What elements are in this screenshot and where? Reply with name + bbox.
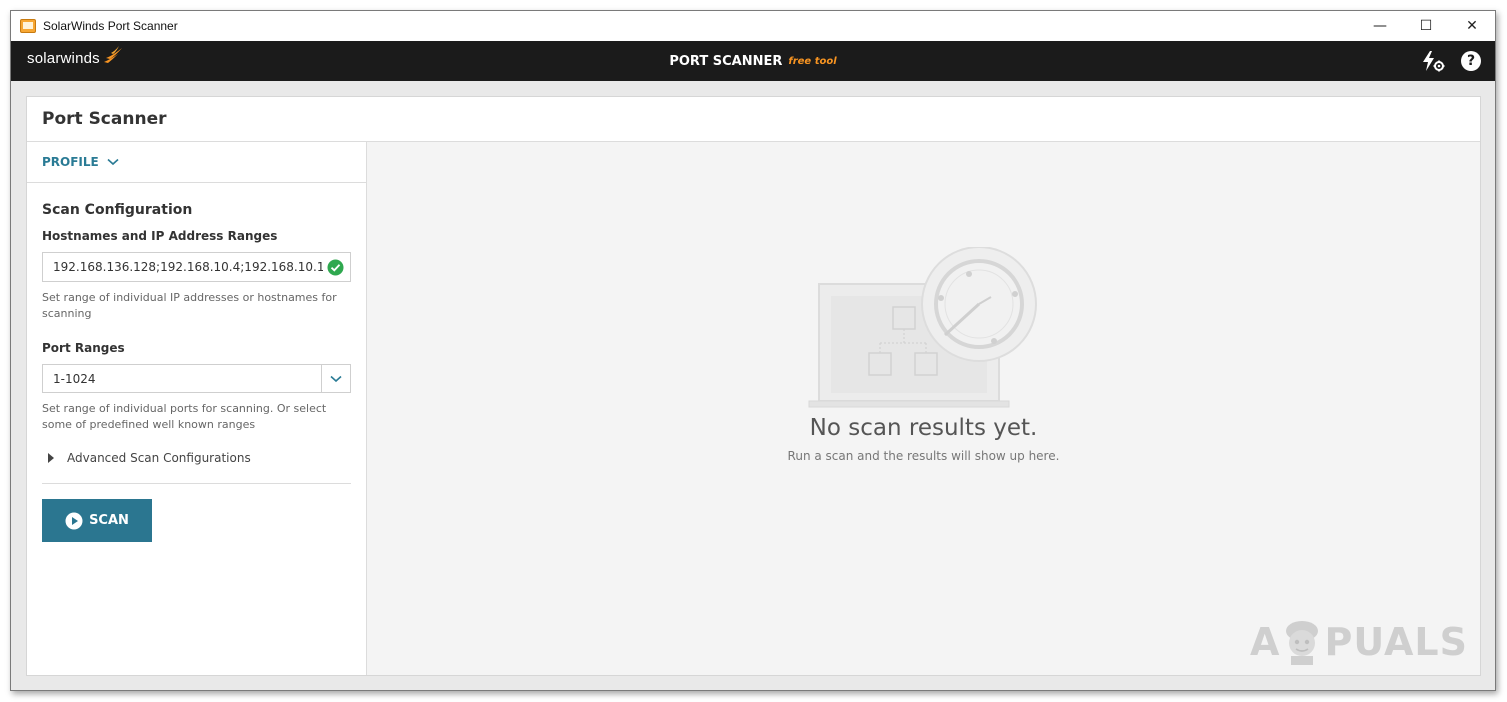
maximize-button[interactable]: ☐ — [1403, 11, 1449, 41]
window-controls: — ☐ ✕ — [1357, 11, 1495, 41]
page-title: Port Scanner — [42, 109, 167, 129]
hosts-field[interactable] — [42, 252, 351, 282]
ports-label: Port Ranges — [42, 341, 125, 355]
app-window: SolarWinds Port Scanner — ☐ ✕ solarwinds… — [10, 10, 1496, 691]
product-name: PORT SCANNER — [669, 53, 783, 69]
laptop-scan-illustration — [808, 247, 1037, 408]
lightning-settings-icon[interactable] — [1421, 50, 1445, 72]
appuals-watermark: A PUALS — [1250, 619, 1468, 665]
caret-right-icon — [48, 453, 54, 463]
play-icon — [65, 512, 83, 529]
port-ranges-select[interactable]: 1-1024 — [42, 364, 351, 393]
app-header: solarwinds PORT SCANNER free tool ? — [11, 41, 1495, 81]
window-title: SolarWinds Port Scanner — [43, 19, 178, 33]
product-tag: free tool — [788, 55, 837, 67]
close-button[interactable]: ✕ — [1449, 11, 1495, 41]
hosts-label: Hostnames and IP Address Ranges — [42, 229, 278, 243]
ports-hint: Set range of individual ports for scanni… — [42, 402, 327, 431]
divider — [42, 483, 351, 484]
empty-state-subtitle: Run a scan and the results will show up … — [787, 449, 1060, 463]
advanced-config-label: Advanced Scan Configurations — [67, 451, 251, 465]
section-title: Scan Configuration — [42, 202, 193, 218]
help-icon[interactable]: ? — [1461, 51, 1481, 71]
hosts-hint: Set range of individual IP addresses or … — [42, 291, 337, 320]
check-circle-icon — [327, 259, 344, 276]
profile-label: PROFILE — [42, 155, 99, 169]
watermark-text-left: A — [1250, 620, 1281, 664]
empty-state-title: No scan results yet. — [809, 415, 1038, 441]
app-icon — [20, 19, 36, 33]
hosts-input[interactable] — [53, 260, 323, 274]
config-panel: PROFILE Scan Configuration Hostnames and… — [27, 142, 367, 675]
app-title: PORT SCANNER free tool — [11, 41, 1495, 81]
chevron-down-icon — [330, 375, 342, 382]
card-header: Port Scanner — [27, 97, 1480, 142]
minimize-button[interactable]: — — [1357, 11, 1403, 41]
results-area: No scan results yet. Run a scan and the … — [367, 142, 1480, 675]
scan-button[interactable]: SCAN — [42, 499, 152, 542]
port-ranges-value: 1-1024 — [53, 371, 96, 386]
window-titlebar[interactable]: SolarWinds Port Scanner — ☐ ✕ — [11, 11, 1495, 41]
scan-label: SCAN — [89, 513, 129, 528]
advanced-config-toggle[interactable]: Advanced Scan Configurations — [42, 451, 351, 465]
profile-dropdown[interactable]: PROFILE — [27, 142, 366, 183]
port-ranges-toggle[interactable] — [321, 365, 350, 392]
port-scanner-card: Port Scanner PROFILE Scan Configuration … — [26, 96, 1481, 676]
header-actions: ? — [1421, 50, 1481, 72]
chevron-down-icon — [107, 158, 119, 166]
mascot-icon — [1286, 621, 1319, 665]
scan-configuration: Scan Configuration Hostnames and IP Addr… — [27, 202, 366, 542]
watermark-text-right: PUALS — [1324, 620, 1468, 664]
